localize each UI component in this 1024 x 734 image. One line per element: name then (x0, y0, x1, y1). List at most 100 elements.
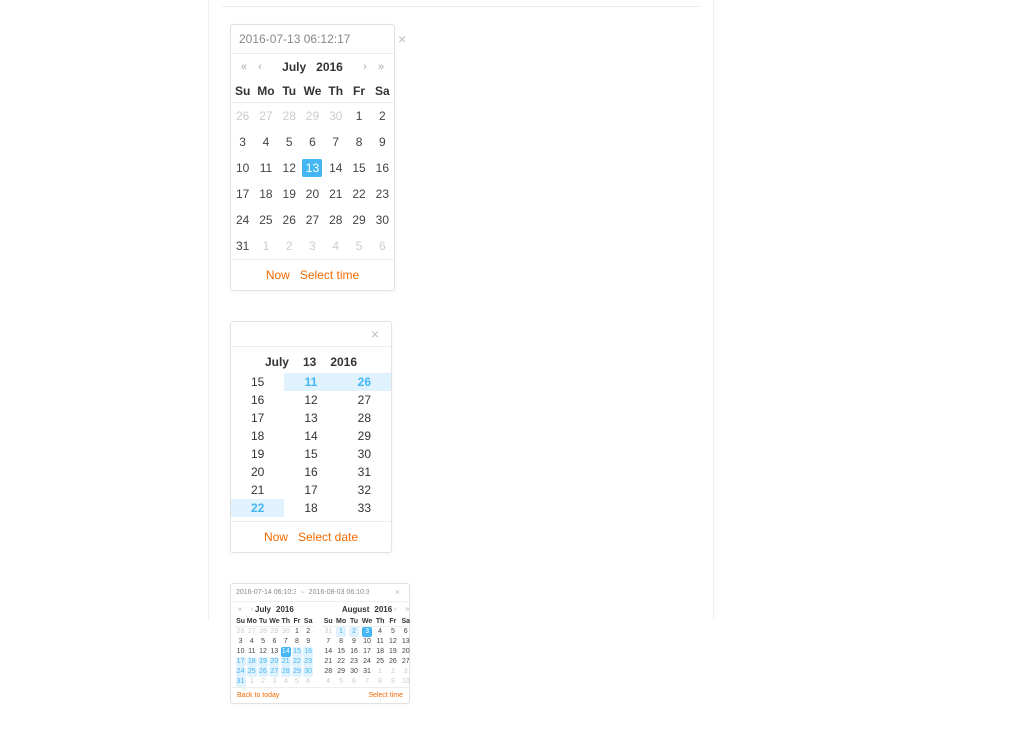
calendar-day[interactable]: 21 (280, 657, 291, 667)
calendar-day[interactable]: 15 (347, 155, 370, 181)
next-month-icon[interactable]: › (392, 606, 398, 613)
calendar-day[interactable]: 9 (387, 677, 400, 687)
calendar-day[interactable]: 30 (348, 667, 361, 677)
calendar-day[interactable]: 28 (322, 667, 335, 677)
calendar-day[interactable]: 16 (371, 155, 394, 181)
calendar-day[interactable]: 20 (301, 181, 324, 207)
spinner-item[interactable]: 21 (231, 481, 284, 499)
calendar-day[interactable]: 5 (291, 677, 302, 687)
calendar-day[interactable]: 9 (303, 637, 314, 647)
calendar-day[interactable]: 25 (374, 657, 387, 667)
now-link[interactable]: Now (266, 268, 290, 282)
calendar-day[interactable]: 6 (348, 677, 361, 687)
spinner-item[interactable]: 11 (284, 373, 337, 391)
clear-icon[interactable]: × (391, 588, 404, 597)
range-left-month[interactable]: July (255, 605, 271, 614)
calendar-day[interactable]: 16 (348, 647, 361, 657)
calendar-day[interactable]: 18 (374, 647, 387, 657)
back-to-today-link[interactable]: Back to today (237, 692, 279, 699)
calendar-day[interactable]: 7 (360, 677, 373, 687)
calendar-day[interactable]: 17 (235, 657, 246, 667)
prev-year-icon[interactable]: « (237, 606, 243, 613)
calendar-day[interactable]: 13 (301, 155, 324, 181)
calendar-day[interactable]: 17 (360, 647, 373, 657)
clear-icon[interactable]: × (367, 327, 383, 341)
calendar-day[interactable]: 6 (301, 129, 324, 155)
next-year-icon[interactable]: » (404, 606, 410, 613)
calendar-day[interactable]: 6 (269, 637, 281, 647)
calendar-day[interactable]: 15 (335, 647, 348, 657)
calendar-day[interactable]: 22 (291, 657, 302, 667)
calendar-day[interactable]: 11 (374, 637, 387, 647)
next-month-icon[interactable]: › (360, 61, 370, 73)
picker2-year-label[interactable]: 2016 (330, 355, 357, 369)
calendar-day[interactable]: 10 (360, 637, 373, 647)
calendar-day[interactable]: 18 (254, 181, 277, 207)
calendar-day[interactable]: 13 (399, 637, 412, 647)
spinner-item[interactable]: 15 (284, 445, 337, 463)
now-link[interactable]: Now (264, 530, 288, 544)
calendar-day[interactable]: 29 (301, 103, 324, 130)
select-date-link[interactable]: Select date (298, 530, 358, 544)
range-left-year[interactable]: 2016 (276, 605, 294, 614)
calendar-day[interactable]: 29 (347, 207, 370, 233)
calendar-day[interactable]: 26 (257, 667, 268, 677)
picker2-day-label[interactable]: 13 (303, 355, 316, 369)
range-start-input[interactable] (236, 587, 296, 598)
calendar-day[interactable]: 3 (399, 667, 412, 677)
spinner-item[interactable]: 12 (284, 391, 337, 409)
calendar-day[interactable]: 30 (280, 627, 291, 638)
picker1-year-label[interactable]: 2016 (316, 60, 343, 74)
calendar-day[interactable]: 8 (335, 637, 348, 647)
range-right-month[interactable]: August (342, 605, 370, 614)
calendar-day[interactable]: 25 (246, 667, 257, 677)
prev-month-icon[interactable]: ‹ (255, 61, 265, 73)
calendar-day[interactable]: 25 (254, 207, 277, 233)
calendar-day[interactable]: 12 (278, 155, 301, 181)
calendar-day[interactable]: 11 (246, 647, 257, 657)
calendar-day[interactable]: 27 (269, 667, 281, 677)
spinner-item[interactable]: 16 (231, 391, 284, 409)
calendar-day[interactable]: 26 (235, 627, 246, 638)
calendar-day[interactable]: 30 (371, 207, 394, 233)
next-year-icon[interactable]: » (376, 61, 386, 73)
spinner-item[interactable]: 17 (284, 481, 337, 499)
calendar-day[interactable]: 12 (387, 637, 400, 647)
calendar-day[interactable]: 1 (347, 103, 370, 130)
picker1-month-label[interactable]: July (282, 60, 306, 74)
calendar-day[interactable]: 24 (231, 207, 254, 233)
spinner-item[interactable]: 18 (231, 427, 284, 445)
calendar-day[interactable]: 7 (322, 637, 335, 647)
calendar-day[interactable]: 27 (254, 103, 277, 130)
calendar-day[interactable]: 16 (303, 647, 314, 657)
calendar-day[interactable]: 2 (257, 677, 268, 687)
calendar-day[interactable]: 31 (360, 667, 373, 677)
calendar-day[interactable]: 20 (399, 647, 412, 657)
calendar-day[interactable]: 1 (246, 677, 257, 687)
calendar-day[interactable]: 4 (254, 129, 277, 155)
calendar-day[interactable]: 4 (324, 233, 347, 259)
select-time-link[interactable]: Select time (368, 692, 403, 699)
calendar-day[interactable]: 2 (371, 103, 394, 130)
calendar-day[interactable]: 27 (301, 207, 324, 233)
calendar-day[interactable]: 14 (322, 647, 335, 657)
calendar-day[interactable]: 22 (347, 181, 370, 207)
calendar-day[interactable]: 9 (348, 637, 361, 647)
calendar-day[interactable]: 23 (371, 181, 394, 207)
calendar-day[interactable]: 17 (231, 181, 254, 207)
calendar-day[interactable]: 5 (347, 233, 370, 259)
clear-icon[interactable]: × (394, 32, 410, 46)
spinner-item[interactable]: 14 (284, 427, 337, 445)
picker2-col-0[interactable]: 151617181920212223 (231, 373, 284, 517)
picker2-col-1[interactable]: 111213141516171819 (284, 373, 337, 517)
calendar-day[interactable]: 6 (371, 233, 394, 259)
calendar-day[interactable]: 1 (291, 627, 302, 638)
calendar-day[interactable]: 7 (324, 129, 347, 155)
calendar-day[interactable]: 1 (335, 627, 348, 638)
spinner-item[interactable]: 27 (338, 391, 391, 409)
calendar-day[interactable]: 4 (322, 677, 335, 687)
calendar-day[interactable]: 19 (278, 181, 301, 207)
calendar-day[interactable]: 10 (231, 155, 254, 181)
calendar-day[interactable]: 28 (324, 207, 347, 233)
calendar-day[interactable]: 31 (231, 233, 254, 259)
